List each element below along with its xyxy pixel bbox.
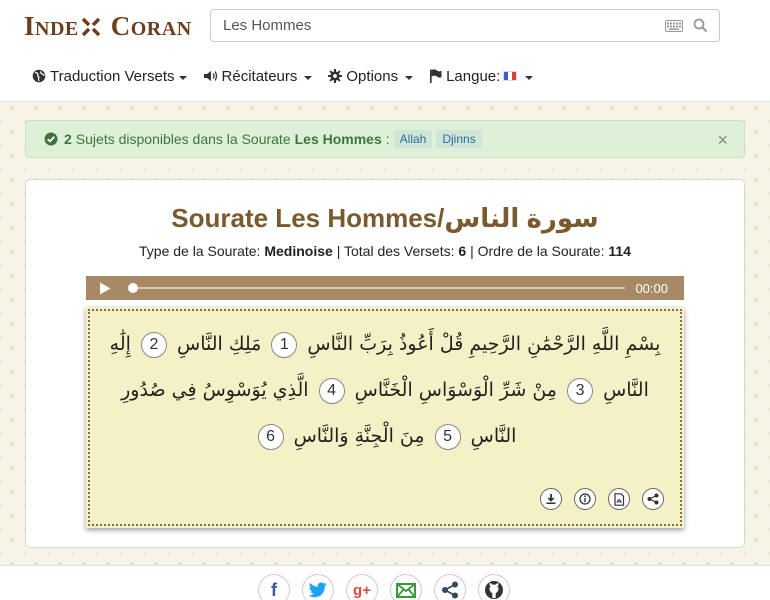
download-icon[interactable] [540, 488, 562, 510]
logo-initial-c: C [110, 11, 131, 41]
flag-icon [430, 69, 442, 83]
google-plus-label: g+ [353, 581, 371, 599]
search-icon[interactable] [687, 11, 713, 41]
sura-verses-value: 6 [458, 243, 467, 259]
meta-separator: | [336, 243, 341, 259]
basmala: بِسْمِ اللَّهِ الرَّحْمَٰنِ الرَّحِيمِ [469, 333, 661, 355]
french-flag-icon [503, 71, 518, 81]
verse-tools [540, 488, 664, 510]
topics-count: 2 [64, 131, 72, 147]
nav-language[interactable]: Langue: [429, 67, 534, 85]
logo-x-icon [80, 16, 102, 38]
search-input[interactable] [211, 10, 661, 41]
caret-down-icon [178, 76, 187, 80]
topic-tag-djinns[interactable]: Djinns [436, 130, 482, 148]
sura-card: Sourate Les Hommes/سورة الناس Type de la… [25, 179, 745, 548]
facebook-icon[interactable]: f [258, 574, 290, 600]
share-icon[interactable] [434, 574, 466, 600]
verse-text: مِنَ الْجِنَّةِ وَالنَّاسِ [293, 425, 425, 447]
topics-separator: : [385, 131, 390, 147]
logo-text-oran: ORAN [130, 18, 192, 40]
verse-text: مِنْ شَرِّ الْوَسْوَاسِ الْخَنَّاسِ [354, 379, 557, 401]
audio-progress-knob[interactable] [128, 283, 138, 293]
nav-reciters-label: Récitateurs [221, 67, 298, 85]
verse-number[interactable]: 6 [257, 423, 284, 450]
verse-text: مَلِكِ النَّاسِ [177, 333, 262, 355]
nav-translation[interactable]: Traduction Versets [32, 68, 187, 85]
meta-separator: | [470, 243, 474, 259]
verse-number[interactable]: 3 [567, 377, 594, 404]
footer: f g+ [0, 565, 770, 600]
share-icon[interactable] [642, 488, 664, 510]
sura-type-value: Medinoise [264, 243, 333, 259]
alert-close-button[interactable]: × [717, 130, 728, 151]
verses-text: بِسْمِ اللَّهِ الرَّحْمَٰنِ الرَّحِيمِ ق… [100, 321, 670, 482]
keyboard-icon[interactable] [661, 11, 687, 41]
topics-sura-name: Les Hommes [294, 131, 382, 147]
nav-options[interactable]: Options [328, 67, 414, 85]
audio-player: 00:00 [86, 276, 684, 300]
nav-options-label: Options [346, 67, 399, 85]
sura-order-value: 114 [608, 243, 631, 259]
volume-icon [203, 71, 217, 81]
info-icon[interactable] [574, 488, 596, 510]
github-icon[interactable] [478, 574, 510, 600]
verse-text: قُلْ أَعُوذُ بِرَبِّ النَّاسِ [307, 333, 464, 355]
verse-number[interactable]: 5 [434, 423, 461, 450]
facebook-label: f [271, 579, 277, 600]
play-icon[interactable] [92, 282, 118, 295]
topics-text: Sujets disponibles dans la Sourate [75, 131, 291, 147]
main-nav: Traduction Versets Récitateurs Options L… [32, 66, 549, 86]
logo-text-nde: NDE [35, 18, 79, 40]
topics-alert: 2 Sujets disponibles dans la Sourate Les… [25, 120, 745, 158]
caret-down-icon [405, 76, 414, 80]
nav-translation-label: Traduction Versets [50, 67, 175, 85]
caret-down-icon [304, 76, 313, 80]
google-plus-icon[interactable]: g+ [346, 574, 378, 600]
check-circle-icon [44, 132, 58, 146]
nav-reciters[interactable]: Récitateurs [203, 68, 313, 85]
verses-panel: بِسْمِ اللَّهِ الرَّحْمَٰنِ الرَّحِيمِ ق… [86, 307, 684, 528]
verse-number[interactable]: 4 [318, 377, 345, 404]
logo-initial-i: I [24, 11, 36, 41]
search-box [210, 9, 720, 42]
social-links: f g+ [258, 574, 510, 600]
gear-icon [328, 69, 343, 83]
verse-number[interactable]: 1 [271, 331, 298, 358]
sura-verses-label: Total des Versets: [343, 243, 455, 259]
globe-icon [32, 69, 46, 83]
caret-down-icon [525, 76, 534, 80]
header: I NDE C ORAN Les Hommes Traduction Verse… [0, 0, 770, 102]
verse-number[interactable]: 2 [140, 331, 167, 358]
email-icon[interactable] [390, 574, 422, 600]
sura-meta: Type de la Sourate: Medinoise | Total de… [26, 243, 744, 259]
audio-time: 00:00 [635, 280, 668, 296]
sura-type-label: Type de la Sourate: [139, 243, 261, 259]
pdf-icon[interactable] [608, 488, 630, 510]
audio-progress-track[interactable] [128, 283, 626, 293]
twitter-icon[interactable] [302, 574, 334, 600]
logo[interactable]: I NDE C ORAN [24, 8, 192, 41]
nav-language-label: Langue: [446, 67, 501, 85]
sura-title: Sourate Les Hommes/سورة الناس [171, 203, 599, 233]
topic-tag-allah[interactable]: Allah [393, 130, 433, 148]
sura-order-label: Ordre de la Sourate: [477, 243, 605, 259]
